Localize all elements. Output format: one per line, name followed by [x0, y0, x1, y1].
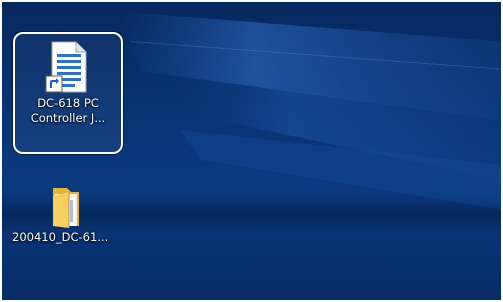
document-shortcut-icon [45, 41, 87, 93]
desktop-icon-label: DC-618 PC Controller J... [30, 96, 106, 125]
desktop-icon-folder-200410[interactable]: 200410_DC-61... [12, 182, 122, 262]
desktop[interactable]: DC-618 PC Controller J... 200410_DC-61..… [0, 0, 503, 302]
desktop-icon-label: 200410_DC-61... [12, 230, 109, 244]
folder-icon [53, 188, 79, 228]
desktop-icon-dc618-shortcut[interactable]: DC-618 PC Controller J... [13, 32, 123, 154]
